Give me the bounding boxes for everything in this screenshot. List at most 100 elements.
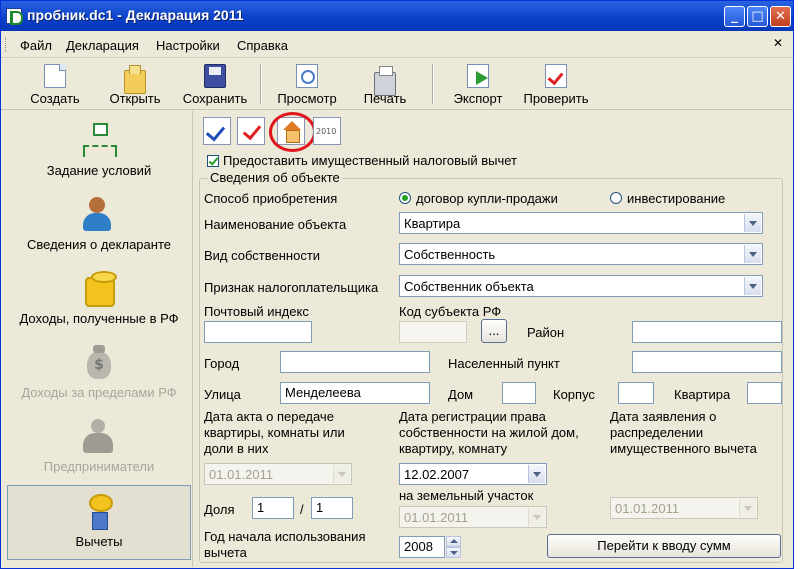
close-button[interactable]: ✕ (770, 6, 791, 27)
save-button[interactable]: Сохранить (175, 62, 255, 108)
registration-date-value: 12.02.2007 (404, 467, 470, 482)
distribution-date-value: 01.01.2011 (615, 501, 680, 516)
export-button[interactable]: Экспорт (438, 62, 518, 108)
region-picker-button[interactable]: ... (481, 319, 507, 343)
radio-purchase-agreement-label[interactable]: договор купли-продажи (416, 191, 558, 207)
main-panel: 2010 Предоставить имущественный налоговы… (195, 111, 792, 567)
chevron-down-icon[interactable] (744, 214, 761, 232)
toolbar-separator (432, 64, 434, 104)
coins-icon (79, 271, 119, 307)
new-document-icon (44, 64, 66, 88)
sidebar-item-label: Предприниматели (43, 459, 155, 474)
sidebar-item-income-abroad[interactable]: Доходы за пределами РФ (7, 337, 191, 412)
checkbox-box[interactable] (207, 154, 219, 167)
share-numerator-input[interactable]: 1 (252, 497, 294, 519)
sidebar-item-label: Вычеты (75, 534, 123, 549)
verify-button[interactable]: Проверить (516, 62, 596, 108)
menu-file[interactable]: Файл (20, 38, 52, 53)
menu-grip (5, 37, 8, 52)
money-bag-icon (79, 345, 119, 381)
title-bar[interactable]: пробник.dc1 - Декларация 2011 _ □ ✕ (1, 1, 793, 31)
apartment-input[interactable] (747, 382, 782, 404)
sidebar-item-entrepreneurs[interactable]: Предприниматели (7, 411, 191, 486)
object-name-value: Квартира (404, 216, 461, 231)
maximize-button[interactable]: □ (747, 6, 768, 27)
transfer-act-date-picker[interactable]: 01.01.2011 (204, 463, 352, 485)
year-spinner[interactable] (446, 536, 461, 558)
postal-code-label: Почтовый индекс (204, 304, 309, 319)
region-code-label: Код субъекта РФ (399, 304, 502, 319)
chevron-down-icon[interactable] (744, 245, 761, 263)
acquisition-label: Способ приобретения (204, 191, 338, 206)
land-plot-date-value: 01.01.2011 (404, 510, 469, 525)
go-to-amounts-button[interactable]: Перейти к вводу сумм (547, 534, 781, 558)
taxpayer-attribute-value: Собственник объекта (404, 279, 534, 294)
menu-settings[interactable]: Настройки (156, 38, 220, 53)
share-separator: / (300, 502, 304, 517)
menu-declaration[interactable]: Декларация (66, 38, 139, 53)
year-2010-text: 2010 (316, 127, 337, 136)
street-input[interactable]: Менделеева (280, 382, 430, 404)
ownership-type-select[interactable]: Собственность (399, 243, 763, 265)
window-title: пробник.dc1 - Декларация 2011 (27, 7, 244, 23)
chevron-down-icon[interactable] (744, 277, 761, 295)
menu-close-icon[interactable]: ✕ (773, 36, 783, 50)
conditions-tree-icon (79, 123, 119, 159)
spin-down-icon[interactable] (446, 547, 461, 558)
object-name-select[interactable]: Квартира (399, 212, 763, 234)
city-label: Город (204, 356, 240, 371)
house-label: Дом (448, 387, 474, 402)
chevron-down-icon[interactable] (333, 465, 350, 483)
spin-up-icon[interactable] (446, 536, 461, 547)
city-input[interactable] (280, 351, 430, 373)
distribution-date-picker[interactable]: 01.01.2011 (610, 497, 758, 519)
land-plot-label: на земельный участок (399, 488, 534, 503)
chevron-down-icon[interactable] (739, 499, 756, 517)
taxpayer-attribute-select[interactable]: Собственник объекта (399, 275, 763, 297)
settlement-label: Населенный пункт (448, 356, 560, 371)
ownership-type-value: Собственность (404, 247, 496, 262)
year-2010-icon[interactable]: 2010 (313, 117, 341, 145)
sidebar-item-conditions[interactable]: Задание условий (7, 115, 191, 190)
create-button[interactable]: Создать (15, 62, 95, 108)
building-input[interactable] (618, 382, 654, 404)
minimize-button[interactable]: _ (724, 6, 745, 27)
radio-investment-label[interactable]: инвестирование (627, 191, 725, 207)
house-input[interactable] (502, 382, 536, 404)
street-label: Улица (204, 387, 241, 402)
district-input[interactable] (632, 321, 782, 343)
sidebar-item-declarant[interactable]: Сведения о декларанте (7, 189, 191, 264)
checklist-icon[interactable] (203, 117, 231, 145)
deductions-icon (79, 494, 119, 530)
registration-date-picker[interactable]: 12.02.2007 (399, 463, 547, 485)
printer-icon (374, 66, 396, 96)
start-year-input[interactable]: 2008 (399, 536, 445, 558)
check-mark-icon[interactable] (237, 117, 265, 145)
open-button[interactable]: Открыть (95, 62, 175, 108)
region-code-input[interactable] (399, 321, 467, 343)
land-plot-date-picker[interactable]: 01.01.2011 (399, 506, 547, 528)
transfer-act-date-label: Дата акта о передаче квартиры, комнаты и… (204, 409, 345, 456)
highlight-circle (269, 112, 316, 152)
radio-purchase-agreement[interactable] (399, 192, 411, 204)
menu-help[interactable]: Справка (237, 38, 288, 53)
chevron-down-icon[interactable] (528, 465, 545, 483)
preview-button[interactable]: Просмотр (267, 62, 347, 108)
share-denominator-input[interactable]: 1 (311, 497, 353, 519)
print-button[interactable]: Печать (345, 62, 425, 108)
toolbar-separator (260, 64, 262, 104)
group-title: Сведения об объекте (208, 170, 342, 185)
postal-code-input[interactable] (204, 321, 312, 343)
share-label: Доля (204, 502, 235, 517)
sidebar-item-income-rf[interactable]: Доходы, полученные в РФ (7, 263, 191, 338)
settlement-input[interactable] (632, 351, 782, 373)
save-label: Сохранить (182, 91, 248, 106)
preview-icon (296, 64, 318, 88)
taxpayer-attribute-label: Признак налогоплательщика (204, 280, 379, 295)
declarant-person-icon (79, 197, 119, 233)
radio-investment[interactable] (610, 192, 622, 204)
transfer-act-date-value: 01.01.2011 (209, 467, 274, 482)
sidebar-item-deductions[interactable]: Вычеты (7, 485, 191, 560)
provide-deduction-checkbox[interactable]: Предоставить имущественный налоговый выч… (207, 153, 517, 171)
chevron-down-icon[interactable] (528, 508, 545, 526)
